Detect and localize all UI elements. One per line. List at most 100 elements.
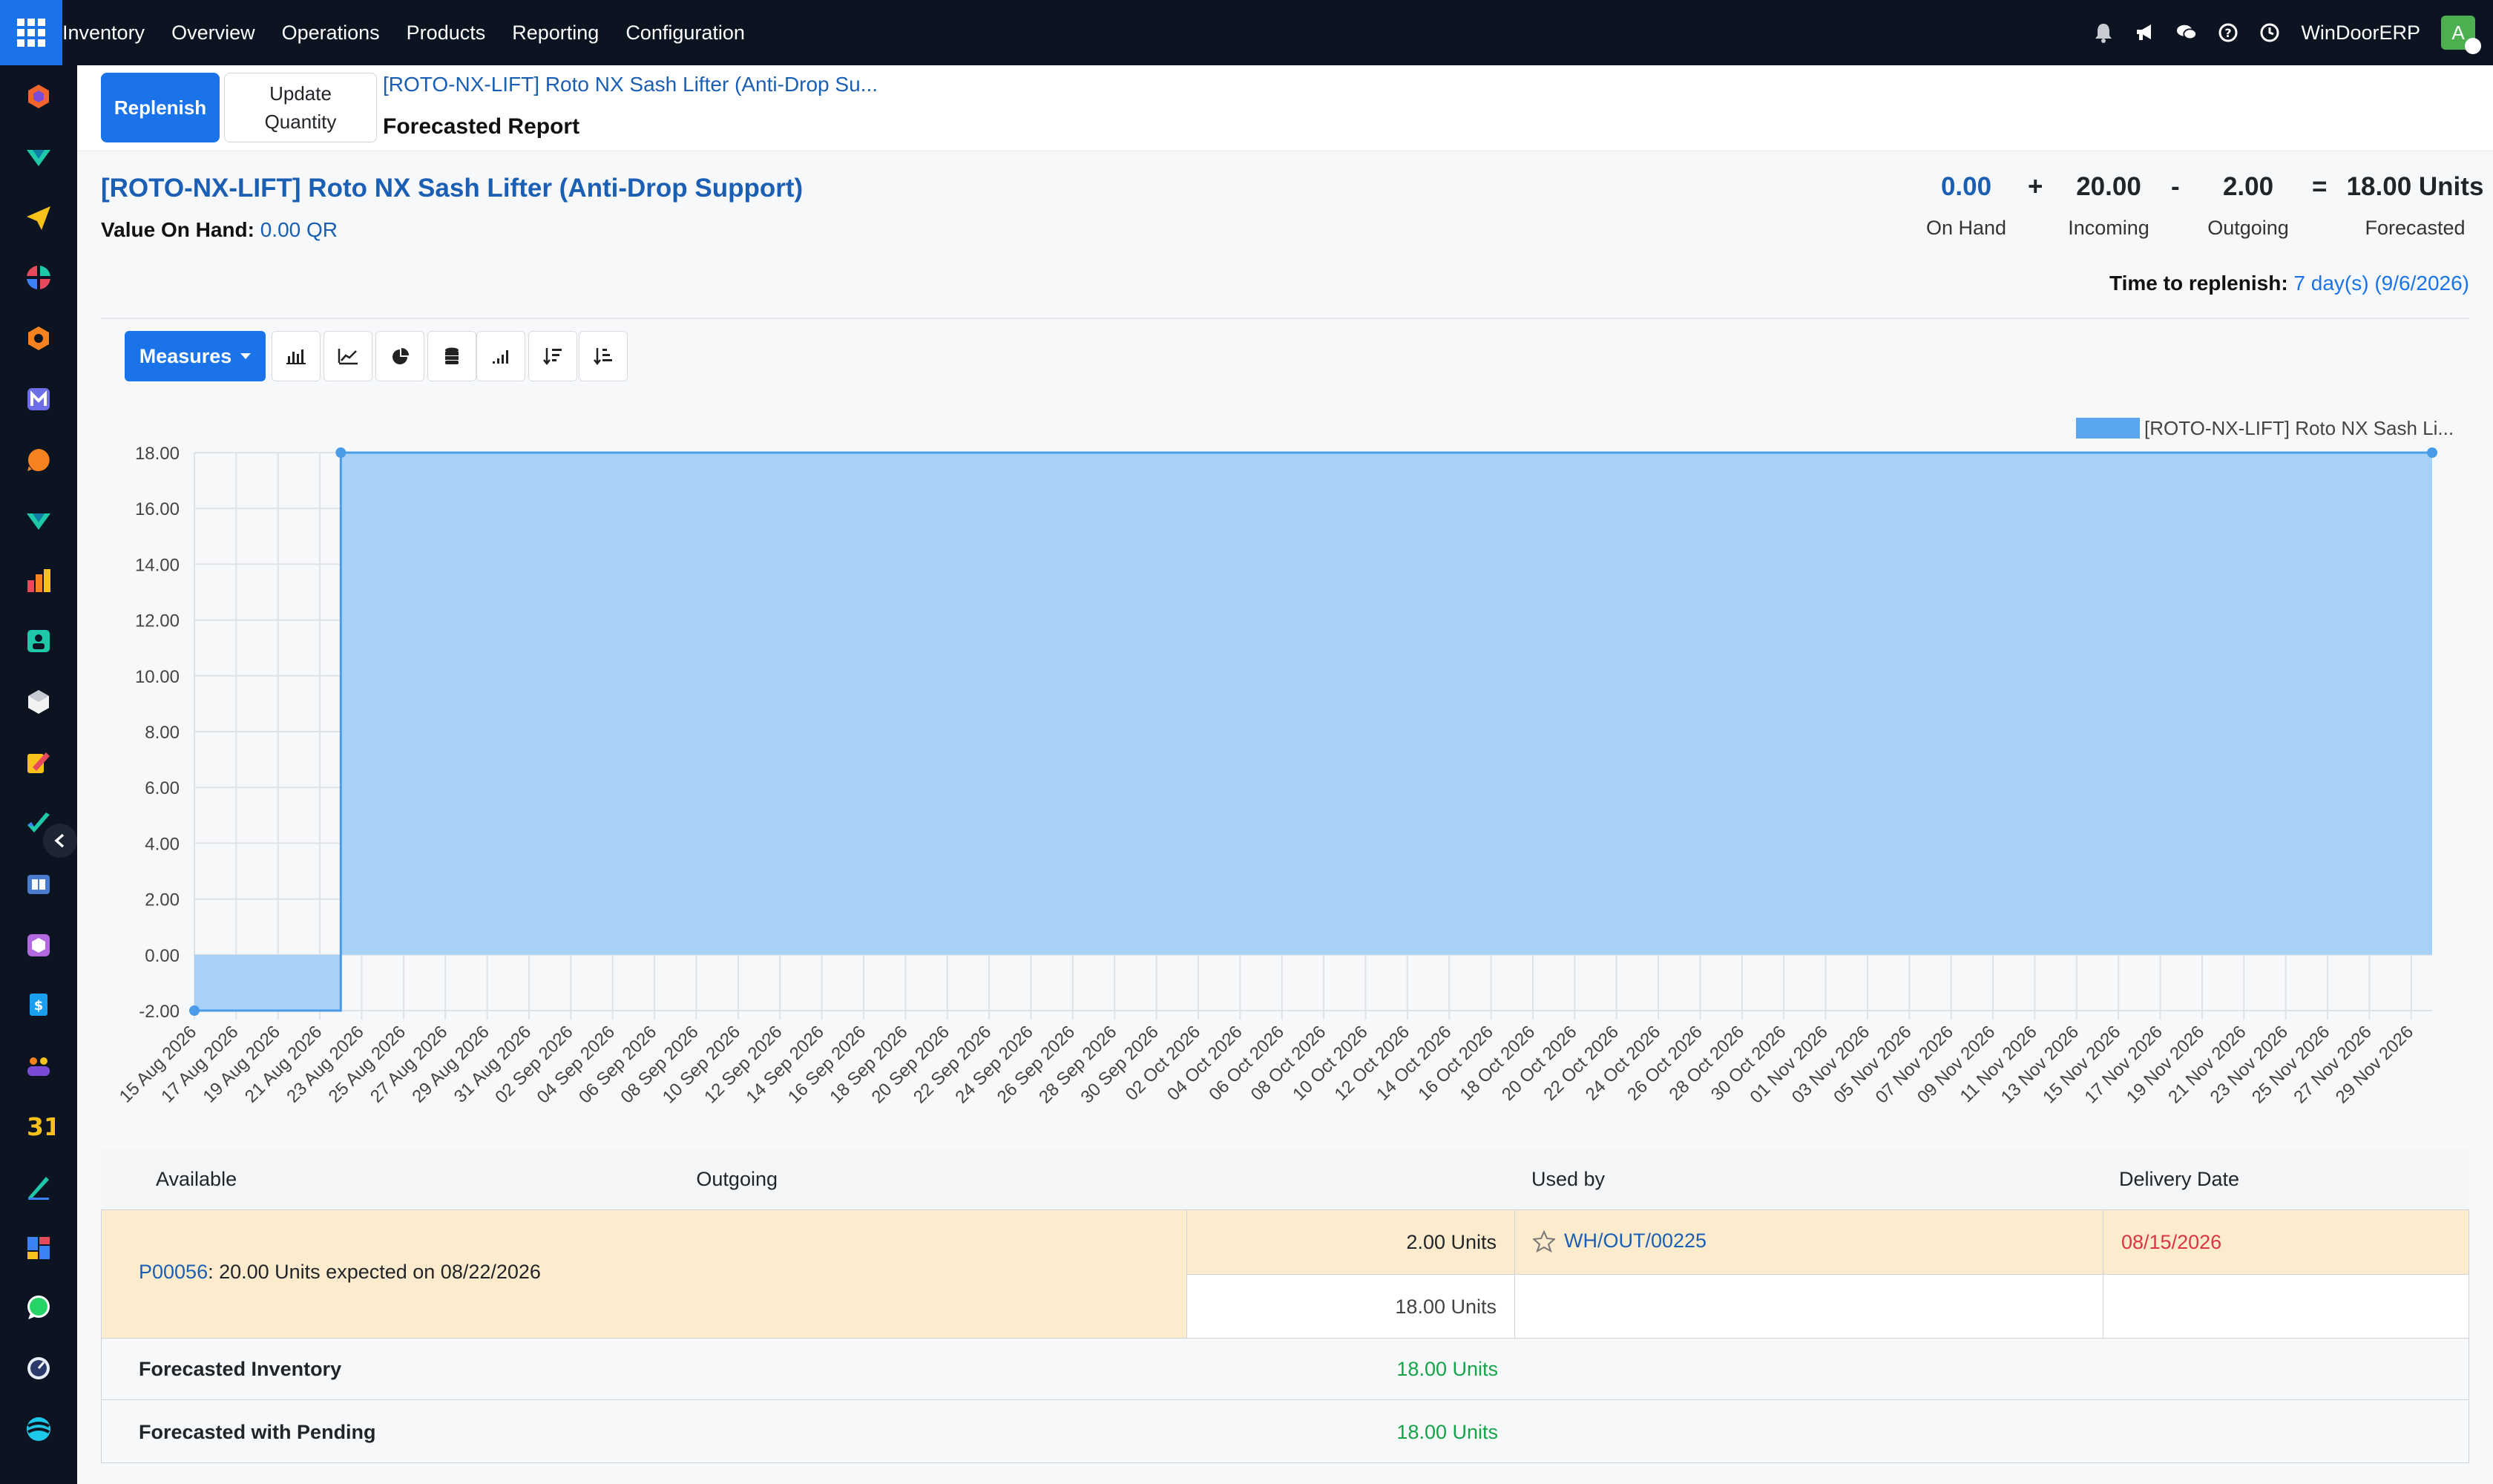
clock-icon[interactable] xyxy=(2259,22,2280,43)
kpi-incoming-label: Incoming xyxy=(2068,217,2149,239)
forecast-chart: -2.00 0.00 2.00 4.00 6.00 8.00 10.00 12.00 14.00… xyxy=(116,417,2454,1107)
y-tick-label: 14.00 xyxy=(135,555,180,575)
header-delivery-date: Delivery Date xyxy=(2119,1168,2240,1190)
stacked-button[interactable] xyxy=(427,331,476,381)
app-icon-11[interactable] xyxy=(25,689,52,715)
app-icon-6[interactable] xyxy=(25,386,52,413)
data-point[interactable] xyxy=(189,1005,200,1016)
menu-app-name[interactable]: Inventory xyxy=(62,22,145,45)
value-on-hand: Value On Hand: 0.00 QR xyxy=(101,218,338,242)
app-icon-16[interactable]: $ xyxy=(25,991,52,1018)
chat-icon[interactable] xyxy=(2176,22,2198,43)
menu-products[interactable]: Products xyxy=(407,22,486,45)
star-icon[interactable] xyxy=(1533,1229,1555,1252)
app-icon-2[interactable] xyxy=(25,144,52,171)
delivery-order-link[interactable]: WH/OUT/00225 xyxy=(1564,1229,1707,1252)
help-icon[interactable]: ? xyxy=(2218,22,2239,43)
whatsapp-icon[interactable] xyxy=(25,1294,52,1321)
bar-chart-button[interactable] xyxy=(272,331,321,381)
svg-text:?: ? xyxy=(2225,26,2232,40)
breadcrumb-current: Forecasted Report xyxy=(383,114,580,139)
kpi-forecasted-value: 18.00 Units xyxy=(2346,172,2484,201)
menu-overview[interactable]: Overview xyxy=(171,22,255,45)
forecasted-inventory-label: Forecasted Inventory xyxy=(139,1358,342,1380)
app-icon-17[interactable] xyxy=(25,1052,52,1079)
app-icon-8[interactable] xyxy=(25,508,52,534)
bell-icon[interactable] xyxy=(2093,22,2114,43)
kpi-incoming[interactable]: 20.00 Incoming xyxy=(2055,172,2162,240)
app-icon-19[interactable] xyxy=(25,1174,52,1201)
svg-text:$: $ xyxy=(34,998,44,1014)
app-icon-3[interactable] xyxy=(25,205,52,232)
app-icon-22[interactable] xyxy=(25,1355,52,1382)
app-icon-10[interactable] xyxy=(25,628,52,654)
equals-operator: = xyxy=(2312,172,2328,201)
app-icon-15[interactable] xyxy=(25,932,52,959)
bar-chart-icon xyxy=(286,349,306,364)
menu-reporting[interactable]: Reporting xyxy=(512,22,599,45)
incoming-cell: P00056: 20.00 Units expected on 08/22/20… xyxy=(101,1209,1187,1339)
time-to-replenish: Time to replenish: 7 day(s) (9/6/2026) xyxy=(2109,272,2469,295)
minus-operator: - xyxy=(2171,172,2180,201)
menu-operations[interactable]: Operations xyxy=(282,22,380,45)
purchase-order-link[interactable]: P00056 xyxy=(139,1261,208,1283)
app-icon-12[interactable] xyxy=(25,749,52,776)
legend-swatch[interactable] xyxy=(2076,418,2140,439)
measures-label: Measures xyxy=(139,344,232,367)
pie-chart-button[interactable] xyxy=(375,331,424,381)
app-icon-23[interactable] xyxy=(25,1416,52,1442)
incoming-description: : 20.00 Units expected on 08/22/2026 xyxy=(208,1261,541,1283)
megaphone-icon[interactable] xyxy=(2135,22,2155,43)
cumulative-button[interactable] xyxy=(476,331,525,381)
kpi-on-hand[interactable]: 0.00 On Hand xyxy=(1914,172,2018,240)
app-icon-1[interactable] xyxy=(25,83,52,110)
update-quantity-button[interactable]: Update Quantity xyxy=(224,73,377,142)
y-tick-label: 12.00 xyxy=(135,611,180,631)
app-icon-4[interactable] xyxy=(25,264,52,291)
outgoing-qty-2: 18.00 Units xyxy=(1395,1296,1497,1318)
apps-menu-button[interactable] xyxy=(0,0,62,65)
sort-ascending-button[interactable] xyxy=(579,331,628,381)
app-icon-14[interactable] xyxy=(25,871,52,898)
time-to-replenish-value: 7 day(s) (9/6/2026) xyxy=(2293,272,2469,295)
company-name[interactable]: WinDoorERP xyxy=(2301,22,2420,45)
kpi-outgoing-value: 2.00 xyxy=(2222,172,2274,201)
avatar-initial: A xyxy=(2451,21,2465,44)
measures-dropdown[interactable]: Measures xyxy=(125,331,266,381)
app-icon-9[interactable] xyxy=(25,567,52,594)
sort-descending-button[interactable] xyxy=(528,331,577,381)
delivery-date-cell: 08/15/2026 xyxy=(2103,1209,2469,1275)
kpi-outgoing-label: Outgoing xyxy=(2207,217,2289,239)
app-sidebar: $ 31 xyxy=(0,65,77,1484)
sidebar-collapse-button[interactable] xyxy=(43,824,77,858)
y-tick-label: 0.00 xyxy=(145,946,180,966)
calendar-app-icon[interactable]: 31 xyxy=(25,1112,61,1141)
data-point[interactable] xyxy=(335,447,346,458)
product-title[interactable]: [ROTO-NX-LIFT] Roto NX Sash Lifter (Anti… xyxy=(101,174,803,203)
top-navbar: Inventory Overview Operations Products R… xyxy=(0,0,2493,65)
stacked-icon xyxy=(445,347,459,364)
forecast-area xyxy=(194,453,2432,1011)
outgoing-cell: 2.00 Units xyxy=(1186,1209,1515,1275)
caret-down-icon xyxy=(240,353,252,359)
app-icon-7[interactable] xyxy=(25,447,52,473)
sort-descending-icon xyxy=(543,348,562,366)
grid-icon xyxy=(17,19,45,47)
forecasted-pending-value: 18.00 Units xyxy=(1396,1421,1498,1443)
data-point[interactable] xyxy=(2427,447,2437,458)
user-avatar[interactable]: A xyxy=(2441,16,2481,54)
header-used-by: Used by xyxy=(1531,1168,1606,1190)
kpi-outgoing[interactable]: 2.00 Outgoing xyxy=(2196,172,2300,240)
replenish-button[interactable]: Replenish xyxy=(101,73,220,142)
menu-configuration[interactable]: Configuration xyxy=(625,22,745,45)
value-on-hand-amount: 0.00 QR xyxy=(260,218,338,241)
used-by-cell-2 xyxy=(1514,1274,2103,1339)
forecasted-pending-row: Forecasted with Pending 18.00 Units xyxy=(101,1399,2469,1463)
breadcrumb-product-link[interactable]: [ROTO-NX-LIFT] Roto NX Sash Lifter (Anti… xyxy=(383,73,878,96)
line-chart-button[interactable] xyxy=(323,331,372,381)
legend-label[interactable]: [ROTO-NX-LIFT] Roto NX Sash Li... xyxy=(2144,417,2454,439)
y-tick-label: 18.00 xyxy=(135,444,180,464)
app-icon-20[interactable] xyxy=(25,1235,52,1261)
app-icon-5[interactable] xyxy=(25,325,52,352)
plus-operator: + xyxy=(2028,172,2043,201)
